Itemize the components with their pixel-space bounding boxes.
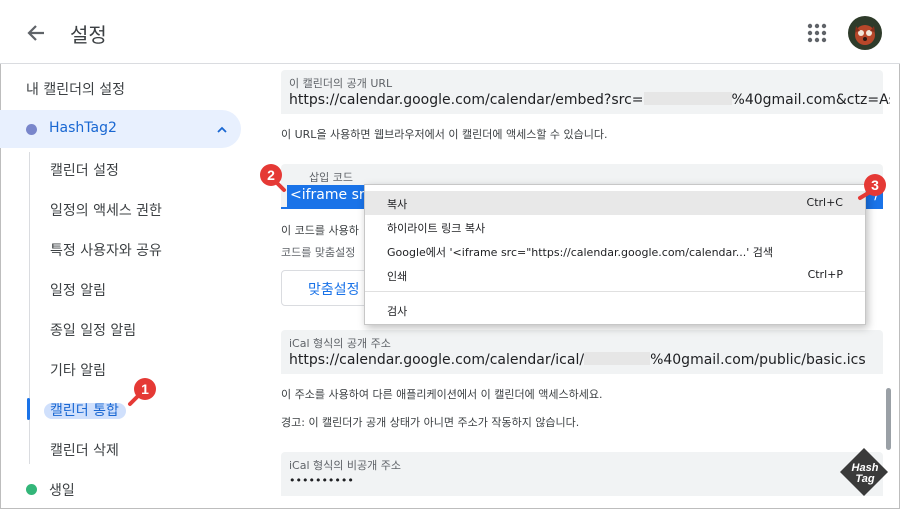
sidebar-item-event-notifications[interactable]: 일정 알림 xyxy=(50,280,106,300)
apps-grid-icon[interactable] xyxy=(806,22,828,44)
svg-text:Tag: Tag xyxy=(855,473,874,485)
sidebar-item-calendar-settings[interactable]: 캘린더 설정 xyxy=(50,160,119,180)
field-label: 삽입 코드 xyxy=(309,171,353,184)
public-url-field[interactable]: 이 캘린더의 공개 URL https://calendar.google.co… xyxy=(281,70,890,114)
sidebar-item-delete-calendar[interactable]: 캘린더 삭제 xyxy=(50,440,119,460)
menu-divider xyxy=(365,291,865,292)
calendar-name: 생일 xyxy=(49,483,75,499)
chevron-up-icon[interactable] xyxy=(215,122,229,136)
page-title: 설정 xyxy=(70,23,107,47)
sidebar-item-integrate-calendar[interactable]: 캘린더 통합 xyxy=(50,400,119,420)
avatar[interactable] xyxy=(848,16,882,50)
field-label: iCal 형식의 비공개 주소 xyxy=(289,459,401,472)
embed-note: 이 코드를 사용하 xyxy=(281,224,359,237)
public-url-value[interactable]: https://calendar.google.com/calendar/emb… xyxy=(289,92,890,108)
customize-note: 코드를 맞춤설정 xyxy=(281,246,356,259)
context-menu: 복사 Ctrl+C 하이라이트 링크 복사 Google에서 '<iframe … xyxy=(364,184,866,325)
ical-private-value[interactable]: •••••••••• xyxy=(289,474,354,487)
menu-item-print[interactable]: 인쇄 Ctrl+P xyxy=(365,263,865,287)
menu-item-copy[interactable]: 복사 Ctrl+C xyxy=(365,191,865,215)
menu-item-copy-highlight-link[interactable]: 하이라이트 링크 복사 xyxy=(365,215,865,239)
step-badge-3: 3 xyxy=(864,174,886,196)
ical-warning: 경고: 이 캘린더가 공개 상태가 아니면 주소가 작동하지 않습니다. xyxy=(281,416,580,429)
redacted-email xyxy=(584,352,651,365)
sidebar-item-access-permissions[interactable]: 일정의 액세스 권한 xyxy=(50,200,162,220)
sidebar-heading[interactable]: 내 캘린더의 설정 xyxy=(26,79,125,99)
top-bar: 설정 xyxy=(0,0,900,64)
redacted-email xyxy=(643,92,732,105)
step-badge-1: 1 xyxy=(134,378,156,400)
sidebar-item-allday-notifications[interactable]: 종일 일정 알림 xyxy=(50,320,136,340)
ical-note: 이 주소를 사용하여 다른 애플리케이션에서 이 캘린더에 액세스하세요. xyxy=(281,388,603,401)
active-indicator xyxy=(27,398,30,420)
sidebar-item-share-with-people[interactable]: 특정 사용자와 공유 xyxy=(50,240,162,260)
ical-public-field[interactable]: iCal 형식의 공개 주소 https://calendar.google.c… xyxy=(281,330,883,374)
scrollbar-thumb[interactable] xyxy=(886,388,891,450)
back-arrow-icon[interactable] xyxy=(22,20,50,46)
sidebar-calendar-hashtag2[interactable]: HashTag2 xyxy=(0,110,241,148)
hashtag-watermark-logo: Hash Tag xyxy=(838,446,890,498)
menu-item-search-google[interactable]: Google에서 '<iframe src="https://calendar.… xyxy=(365,239,865,263)
public-url-note: 이 URL을 사용하면 웹브라우저에서 이 캘린더에 액세스할 수 있습니다. xyxy=(281,128,608,141)
calendar-name: HashTag2 xyxy=(49,120,117,136)
step-badge-2: 2 xyxy=(260,164,282,186)
sidebar-calendar-birthdays[interactable]: 생일 xyxy=(0,476,241,502)
calendar-color-dot xyxy=(26,124,37,135)
ical-public-value[interactable]: https://calendar.google.com/calendar/ica… xyxy=(289,352,866,368)
menu-item-inspect[interactable]: 검사 xyxy=(365,298,865,322)
field-label: iCal 형식의 공개 주소 xyxy=(289,337,391,350)
ical-private-field[interactable]: iCal 형식의 비공개 주소 •••••••••• xyxy=(281,452,883,496)
sidebar-item-other-notifications[interactable]: 기타 알림 xyxy=(50,360,106,380)
settings-sidebar: 내 캘린더의 설정 HashTag2 캘린더 설정 일정의 액세스 권한 특정 … xyxy=(0,64,260,509)
field-label: 이 캘린더의 공개 URL xyxy=(289,77,393,90)
calendar-color-dot xyxy=(26,484,37,495)
